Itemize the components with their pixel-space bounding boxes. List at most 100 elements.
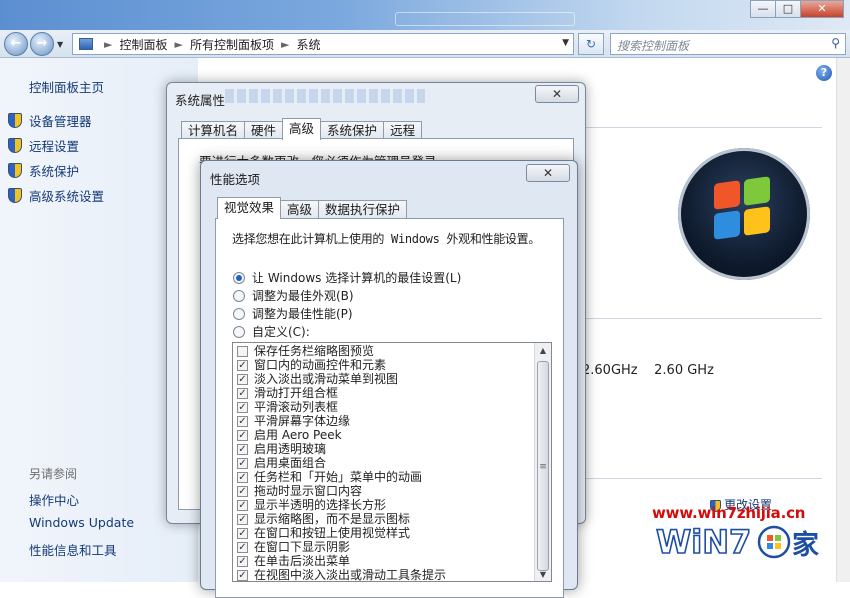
checkbox-checked-icon[interactable]: ✓ <box>237 429 248 441</box>
breadcrumb-item[interactable]: 所有控制面板项 <box>190 36 274 53</box>
visual-effect-option[interactable]: ✓ 淡入淡出或滑动菜单到视图 <box>237 372 533 386</box>
minimize-button[interactable]: — <box>750 0 776 18</box>
option-label: 在窗口和按钮上使用视觉样式 <box>254 526 411 540</box>
address-field[interactable]: ► 控制面板 ► 所有控制面板项 ► 系统 ▼ <box>72 33 574 55</box>
checkbox-checked-icon[interactable]: ✓ <box>237 457 248 469</box>
tab-advanced[interactable]: 高级 <box>280 200 320 219</box>
main-scrollbar[interactable] <box>836 58 850 582</box>
visual-effect-option[interactable]: ✓ 启用透明玻璃 <box>237 442 533 456</box>
forward-button[interactable]: → <box>30 32 54 56</box>
dialog-close-button[interactable]: ✕ <box>535 85 579 103</box>
visual-effect-option[interactable]: ✓ 任务栏和「开始」菜单中的动画 <box>237 470 533 484</box>
checkbox-checked-icon[interactable]: ✓ <box>237 373 248 385</box>
checkbox-checked-icon[interactable]: ✓ <box>237 513 248 525</box>
search-input[interactable]: 搜索控制面板 ⚲ <box>610 33 846 55</box>
maximize-button[interactable]: □ <box>775 0 801 18</box>
visual-effect-option[interactable]: ✓ 启用 Aero Peek <box>237 428 533 442</box>
section-divider <box>586 318 822 319</box>
visual-effect-option[interactable]: 保存任务栏缩略图预览 <box>237 344 533 358</box>
watermark-logo-circle <box>757 525 791 559</box>
see-also-performance-tools[interactable]: 性能信息和工具 <box>29 540 117 559</box>
breadcrumb-item[interactable]: 系统 <box>296 36 320 53</box>
checkbox-checked-icon[interactable]: ✓ <box>237 387 248 399</box>
visual-effect-option[interactable]: ✓ 在窗口下显示阴影 <box>237 540 533 554</box>
checkbox-checked-icon[interactable]: ✓ <box>237 359 248 371</box>
visual-effects-panel: 选择您想在此计算机上使用的 Windows 外观和性能设置。 让 Windows… <box>215 218 564 598</box>
cpu-speed-value: 2.60GHz <box>582 363 638 378</box>
radio-best-performance[interactable]: 调整为最佳性能(P) <box>233 305 353 322</box>
breadcrumb-item[interactable]: 控制面板 <box>119 36 167 53</box>
visual-effect-option[interactable]: ✓ 拖动时显示窗口内容 <box>237 484 533 498</box>
control-panel-icon <box>79 38 93 50</box>
option-label: 启用透明玻璃 <box>254 442 327 456</box>
checkbox-checked-icon[interactable]: ✓ <box>237 485 248 497</box>
visual-effect-option[interactable]: ✓ 显示缩略图，而不是显示图标 <box>237 512 533 526</box>
radio-best-appearance[interactable]: 调整为最佳外观(B) <box>233 287 354 304</box>
logo-flag-blue <box>714 210 740 240</box>
task-link-device-manager[interactable]: 设备管理器 <box>8 111 92 130</box>
search-placeholder: 搜索控制面板 <box>617 39 690 53</box>
checkbox-checked-icon[interactable]: ✓ <box>237 541 248 553</box>
option-label: 任务栏和「开始」菜单中的动画 <box>254 470 423 484</box>
see-also-windows-update[interactable]: Windows Update <box>29 515 134 530</box>
radio-icon <box>233 325 245 338</box>
task-label: 高级系统设置 <box>29 189 105 204</box>
list-scrollbar[interactable]: ▲ ≡ ▼ <box>534 343 551 581</box>
search-icon[interactable]: ⚲ <box>831 36 840 50</box>
see-also-action-center[interactable]: 操作中心 <box>29 490 79 509</box>
visual-effect-option[interactable]: ✓ 在单击后淡出菜单 <box>237 554 533 568</box>
radio-label: 让 Windows 选择计算机的最佳设置(L) <box>252 271 462 285</box>
checkbox-checked-icon[interactable]: ✓ <box>237 569 248 581</box>
checkbox-checked-icon[interactable]: ✓ <box>237 471 248 483</box>
option-label: 在单击后淡出菜单 <box>254 554 351 568</box>
breadcrumb-separator-icon: ► <box>280 37 290 51</box>
task-link-advanced-settings[interactable]: 高级系统设置 <box>8 186 104 205</box>
scroll-down-icon[interactable]: ▼ <box>535 567 551 581</box>
processor-speed: 2.60GHz 2.60 GHz <box>582 363 714 378</box>
see-also-heading: 另请参阅 <box>29 467 78 481</box>
visual-effect-option[interactable]: ✓ 滑动打开组合框 <box>237 386 533 400</box>
task-link-system-protection[interactable]: 系统保护 <box>8 161 79 180</box>
checkbox-icon[interactable] <box>237 345 248 357</box>
visual-effect-option[interactable]: ✓ 平滑滚动列表框 <box>237 400 533 414</box>
visual-effect-option[interactable]: ✓ 在视图中淡入淡出或滑动工具条提示 <box>237 568 533 581</box>
option-label: 平滑滚动列表框 <box>254 400 339 414</box>
visual-effect-option[interactable]: ✓ 窗口内的动画控件和元素 <box>237 358 533 372</box>
tab-visual-effects[interactable]: 视觉效果 <box>217 197 282 219</box>
recent-pages-chevron-icon[interactable]: ▼ <box>57 40 63 49</box>
back-button[interactable]: ← <box>4 32 28 56</box>
help-icon[interactable]: ? <box>816 65 832 81</box>
option-label: 在窗口下显示阴影 <box>254 540 351 554</box>
checkbox-checked-icon[interactable]: ✓ <box>237 415 248 427</box>
radio-custom[interactable]: 自定义(C): <box>233 323 310 340</box>
checkbox-checked-icon[interactable]: ✓ <box>237 527 248 539</box>
visual-effect-option[interactable]: ✓ 启用桌面组合 <box>237 456 533 470</box>
scroll-thumb[interactable]: ≡ <box>537 361 549 571</box>
task-link-remote-settings[interactable]: 远程设置 <box>8 136 79 155</box>
visual-effect-option[interactable]: ✓ 平滑屏幕字体边缘 <box>237 414 533 428</box>
address-toolbar: ← → ▼ ► 控制面板 ► 所有控制面板项 ► 系统 ▼ ↻ 搜索控制面板 ⚲ <box>0 30 850 58</box>
option-label: 窗口内的动画控件和元素 <box>254 358 387 372</box>
radio-let-windows-choose[interactable]: 让 Windows 选择计算机的最佳设置(L) <box>233 269 461 286</box>
visual-effects-list[interactable]: 保存任务栏缩略图预览 ✓ 窗口内的动画控件和元素 ✓ 淡入淡出或滑动菜单到视图 ✓ 滑动打开… <box>232 342 552 582</box>
address-dropdown-icon[interactable]: ▼ <box>562 38 569 48</box>
breadcrumb-separator-icon: ► <box>174 37 183 51</box>
visual-effect-option[interactable]: ✓ 显示半透明的选择长方形 <box>237 498 533 512</box>
option-label: 启用 Aero Peek <box>254 428 342 442</box>
refresh-button[interactable]: ↻ <box>578 33 604 55</box>
visual-effect-option[interactable]: ✓ 在窗口和按钮上使用视觉样式 <box>237 526 533 540</box>
checkbox-checked-icon[interactable]: ✓ <box>237 443 248 455</box>
uac-shield-icon <box>8 138 22 153</box>
close-window-button[interactable]: ✕ <box>800 0 844 18</box>
blurred-title-ghost <box>225 89 425 103</box>
radio-label: 自定义(C): <box>252 325 310 339</box>
control-panel-home-link[interactable]: 控制面板主页 <box>29 77 104 96</box>
scroll-up-icon[interactable]: ▲ <box>535 343 551 359</box>
checkbox-checked-icon[interactable]: ✓ <box>237 401 248 413</box>
dialog-close-button[interactable]: ✕ <box>526 164 570 182</box>
checkbox-checked-icon[interactable]: ✓ <box>237 555 248 567</box>
checkbox-checked-icon[interactable]: ✓ <box>237 499 248 511</box>
tab-advanced[interactable]: 高级 <box>282 118 322 140</box>
tab-dep[interactable]: 数据执行保护 <box>318 200 408 219</box>
logo-flag-green <box>744 176 770 206</box>
